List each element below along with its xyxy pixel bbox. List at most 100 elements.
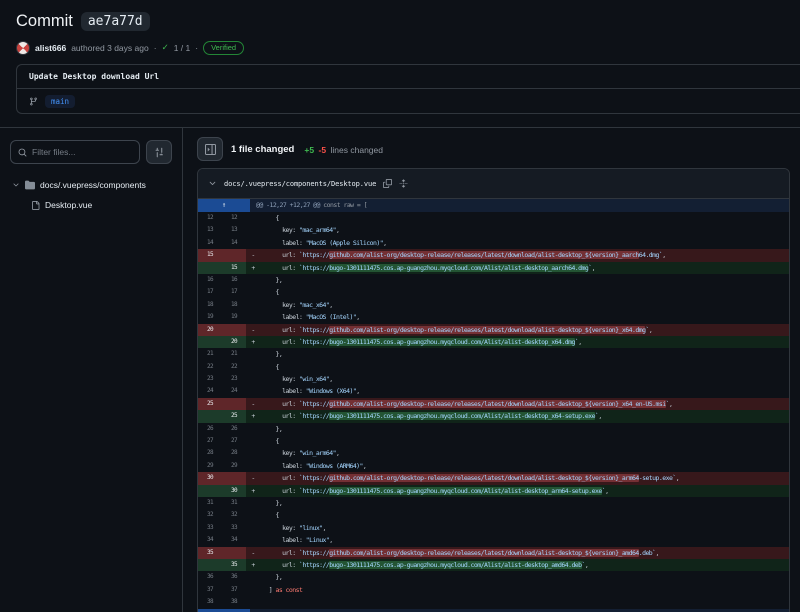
diff-line-context: 2323 key: "win_x64", [198, 373, 789, 385]
line-number-old[interactable]: 17 [198, 286, 222, 298]
line-number-new[interactable]: 32 [222, 509, 246, 521]
diff-line-context: 2222 { [198, 361, 789, 373]
diff-marker: - [246, 398, 260, 410]
line-number-new[interactable] [222, 324, 246, 336]
line-number-new[interactable]: 18 [222, 299, 246, 311]
diff-marker [246, 361, 260, 373]
filter-files-input[interactable] [32, 147, 132, 157]
line-number-new[interactable] [222, 472, 246, 484]
expand-up-button[interactable]: ↑ [198, 199, 250, 212]
line-number-old[interactable]: 24 [198, 385, 222, 397]
line-number-old[interactable]: 27 [198, 435, 222, 447]
line-number-new[interactable] [222, 398, 246, 410]
line-number-old[interactable]: 31 [198, 497, 222, 509]
line-number-old[interactable]: 22 [198, 361, 222, 373]
commit-header: Commit ae7a77d alist666 authored 3 days … [0, 0, 800, 56]
code-text: label: "MacOS (Apple Silicon)", [260, 237, 789, 249]
tree-folder-row[interactable]: docs/.vuepress/components [10, 175, 172, 195]
line-number-new[interactable]: 24 [222, 385, 246, 397]
line-number-old[interactable]: 16 [198, 274, 222, 286]
line-number-new[interactable]: 38 [222, 596, 246, 608]
line-number-new[interactable]: 35 [222, 559, 246, 571]
line-number-old[interactable] [198, 336, 222, 348]
diff-marker [246, 497, 260, 509]
line-number-new[interactable]: 25 [222, 410, 246, 422]
line-number-new[interactable]: 33 [222, 522, 246, 534]
line-number-old[interactable]: 13 [198, 224, 222, 236]
line-number-old[interactable]: 12 [198, 212, 222, 224]
tree-options-button[interactable] [146, 140, 172, 164]
tree-file-row[interactable]: Desktop.vue [10, 195, 172, 215]
authored-text: authored 3 days ago [71, 43, 149, 53]
line-number-new[interactable]: 21 [222, 348, 246, 360]
code-text: { [260, 212, 789, 224]
code-text: }, [260, 497, 789, 509]
line-number-old[interactable]: 28 [198, 447, 222, 459]
avatar[interactable] [16, 41, 30, 55]
diff-main: 1 file changed +5 -5 lines changed docs/… [183, 128, 800, 612]
line-number-new[interactable]: 36 [222, 571, 246, 583]
line-number-new[interactable]: 37 [222, 584, 246, 596]
line-number-new[interactable]: 13 [222, 224, 246, 236]
line-number-old[interactable]: 29 [198, 460, 222, 472]
expand-down-button[interactable]: ↓ [198, 609, 250, 612]
line-number-new[interactable]: 30 [222, 485, 246, 497]
line-number-new[interactable]: 16 [222, 274, 246, 286]
tree-folder-label: docs/.vuepress/components [40, 180, 146, 190]
line-number-old[interactable]: 30 [198, 472, 222, 484]
line-number-old[interactable]: 34 [198, 534, 222, 546]
line-number-new[interactable]: 14 [222, 237, 246, 249]
line-number-old[interactable]: 35 [198, 547, 222, 559]
line-number-new[interactable]: 23 [222, 373, 246, 385]
line-number-new[interactable]: 34 [222, 534, 246, 546]
line-number-new[interactable]: 12 [222, 212, 246, 224]
line-number-old[interactable]: 37 [198, 584, 222, 596]
line-number-new[interactable]: 26 [222, 423, 246, 435]
line-number-new[interactable] [222, 547, 246, 559]
line-number-old[interactable] [198, 559, 222, 571]
code-text: key: "mac_arm64", [260, 224, 789, 236]
verified-badge[interactable]: Verified [203, 41, 244, 55]
file-icon [31, 201, 40, 210]
page-title: Commit [16, 12, 73, 31]
collapse-file-button[interactable] [208, 179, 217, 188]
code-text: label: "Linux", [260, 534, 789, 546]
line-number-new[interactable]: 27 [222, 435, 246, 447]
line-number-old[interactable]: 26 [198, 423, 222, 435]
line-number-new[interactable]: 20 [222, 336, 246, 348]
line-number-old[interactable]: 38 [198, 596, 222, 608]
line-number-old[interactable]: 19 [198, 311, 222, 323]
line-number-new[interactable]: 17 [222, 286, 246, 298]
line-number-old[interactable]: 25 [198, 398, 222, 410]
author-link[interactable]: alist666 [35, 43, 66, 53]
line-number-new[interactable]: 22 [222, 361, 246, 373]
line-number-old[interactable] [198, 262, 222, 274]
branch-name-chip[interactable]: main [45, 95, 75, 108]
diff-line-add: 30+ url: `https://bugo-1301111475.cos.ap… [198, 485, 789, 497]
line-number-old[interactable]: 23 [198, 373, 222, 385]
sidebar-panel-icon [205, 144, 216, 155]
diff-file-path[interactable]: docs/.vuepress/components/Desktop.vue [224, 180, 376, 188]
line-number-old[interactable]: 32 [198, 509, 222, 521]
expand-all-hunks-button[interactable] [399, 179, 408, 188]
filter-files-field[interactable] [10, 140, 140, 164]
line-number-new[interactable]: 28 [222, 447, 246, 459]
line-number-old[interactable]: 18 [198, 299, 222, 311]
line-number-old[interactable]: 36 [198, 571, 222, 583]
line-number-new[interactable]: 15 [222, 262, 246, 274]
diff-marker [246, 509, 260, 521]
line-number-old[interactable]: 33 [198, 522, 222, 534]
line-number-new[interactable] [222, 249, 246, 261]
line-number-old[interactable]: 21 [198, 348, 222, 360]
line-number-new[interactable]: 29 [222, 460, 246, 472]
line-number-old[interactable]: 14 [198, 237, 222, 249]
line-number-new[interactable]: 19 [222, 311, 246, 323]
checks-count[interactable]: 1 / 1 [174, 43, 191, 53]
line-number-old[interactable]: 15 [198, 249, 222, 261]
line-number-old[interactable] [198, 410, 222, 422]
line-number-new[interactable]: 31 [222, 497, 246, 509]
line-number-old[interactable]: 20 [198, 324, 222, 336]
copy-path-button[interactable] [383, 179, 392, 188]
line-number-old[interactable] [198, 485, 222, 497]
toggle-file-tree-button[interactable] [197, 137, 223, 161]
